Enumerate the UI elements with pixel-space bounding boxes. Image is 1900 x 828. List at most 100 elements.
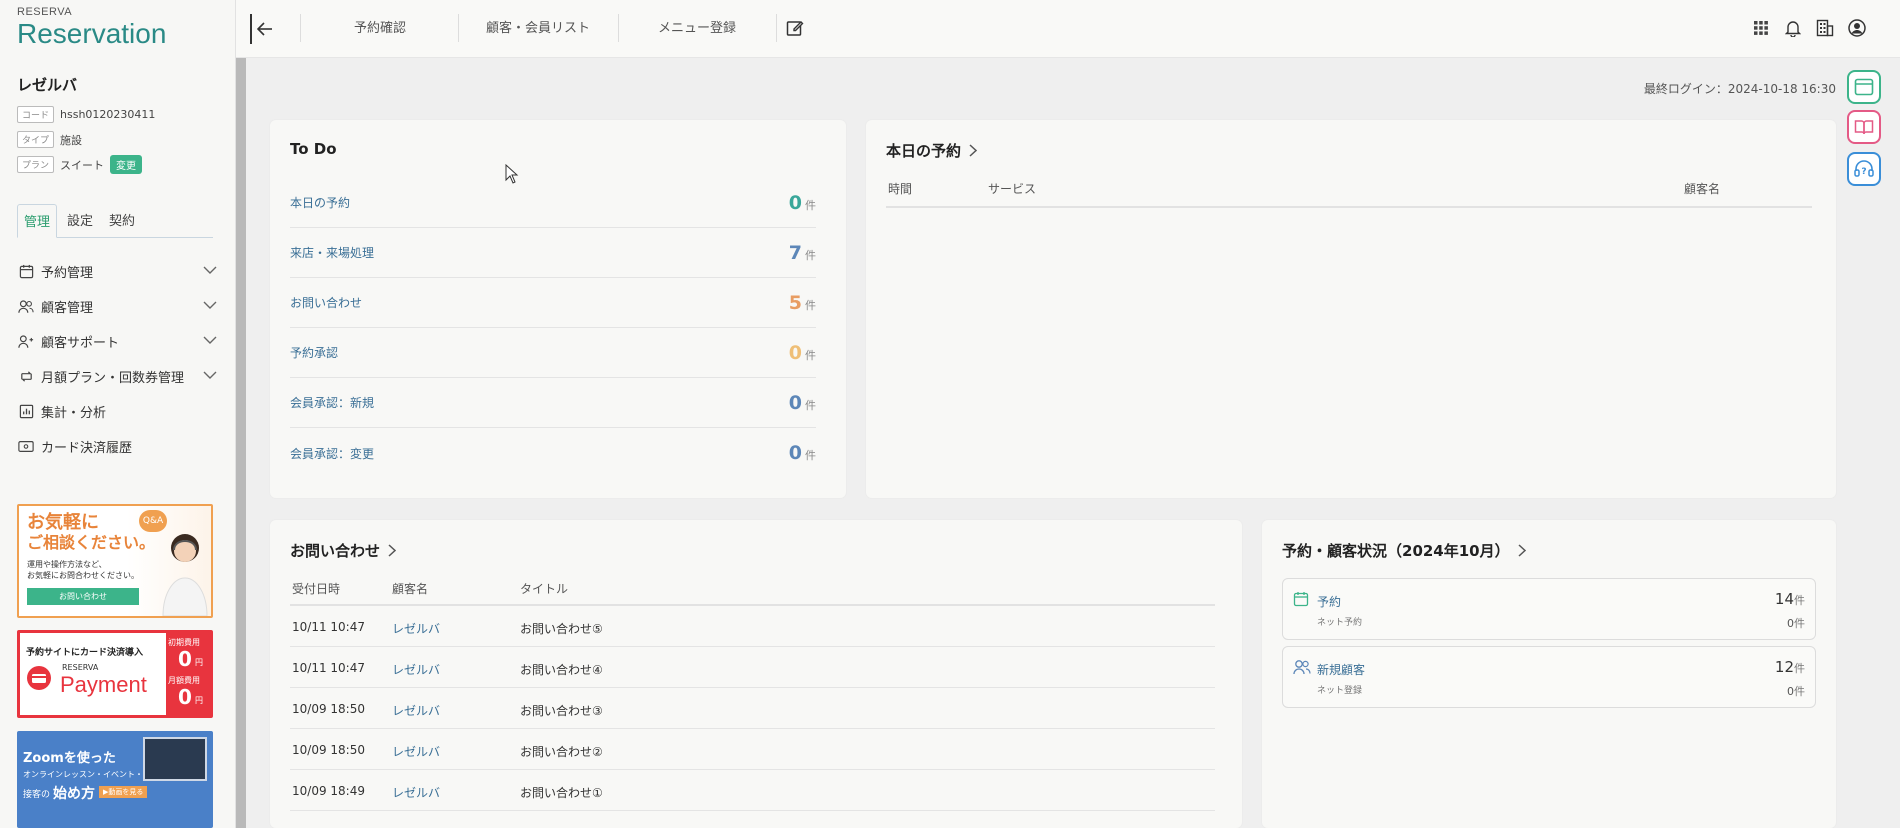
help-button[interactable]: ?	[1847, 152, 1881, 186]
chevron-right-icon	[969, 144, 978, 157]
table-row[interactable]: 10/09 18:50 レゼルバ お問い合わせ②	[290, 729, 1215, 770]
sidebar-item-customer-support[interactable]: 顧客サポート	[17, 324, 217, 359]
todo-row-visit-processing[interactable]: 来店・来場処理 7件	[290, 228, 816, 278]
todo-unit: 件	[805, 198, 816, 212]
zoom-banner[interactable]: Zoomを使った オンラインレッスン・イベント・ 接客の 始め方 ▶動画を見る	[17, 731, 213, 828]
account-icon[interactable]	[1846, 17, 1868, 39]
plan-change-button[interactable]: 変更	[110, 155, 143, 174]
calendar-icon	[17, 263, 35, 281]
col-customer-name: 顧客名	[1684, 182, 1721, 196]
building-icon[interactable]	[1814, 17, 1836, 39]
today-title: 本日の予約	[886, 142, 962, 160]
last-login: 最終ログイン：2024-10-18 16:30	[1643, 82, 1836, 96]
sidebar-scrollbar[interactable]	[236, 58, 246, 828]
todo-label: お問い合わせ	[290, 296, 363, 310]
tab-contract[interactable]: 契約	[103, 204, 141, 238]
status-value: 14	[1774, 590, 1794, 608]
sidebar-item-monthly-plans[interactable]: 月額プラン・回数券管理	[17, 359, 217, 394]
contact-banner-sub2: お気軽にお問合わせください。	[27, 571, 139, 580]
tab-manage[interactable]: 管理	[17, 204, 58, 238]
mouse-cursor-icon	[505, 163, 519, 188]
todo-row-today-reservations[interactable]: 本日の予約 0件	[290, 178, 816, 228]
status-item-reservations[interactable]: 予約 ネット予約 14件 0件	[1282, 578, 1816, 640]
tab-settings[interactable]: 設定	[61, 204, 99, 238]
payment-banner-top: 予約サイトにカード決済導入	[26, 648, 144, 658]
logo-small-text: RESERVA	[17, 6, 73, 18]
facility-name: レゼルバ	[17, 76, 78, 94]
chevron-down-icon	[203, 299, 217, 314]
contact-banner[interactable]: お気軽に ご相談ください。 運用や操作方法など、 お気軽にお問合わせください。 …	[17, 504, 213, 618]
zoom-banner-line1: Zoomを使った	[23, 751, 116, 766]
video-thumbnail	[143, 737, 207, 781]
calendar-icon	[1293, 591, 1309, 611]
table-row[interactable]: 10/09 18:50 レゼルバ お問い合わせ③	[290, 688, 1215, 729]
collapse-sidebar-button[interactable]	[250, 14, 278, 44]
status-sub-label: ネット登録	[1317, 686, 1363, 696]
table-row[interactable]: 10/11 10:47 レゼルバ お問い合わせ④	[290, 647, 1215, 688]
nav-reservation-check[interactable]: 予約確認	[354, 17, 406, 36]
row-customer[interactable]: レゼルバ	[392, 620, 440, 637]
today-reservations-card: 本日の予約 時間 サービス 顧客名	[866, 120, 1836, 498]
nav-menu-registration[interactable]: メニュー登録	[658, 17, 736, 36]
bell-icon[interactable]	[1782, 17, 1804, 39]
inquiries-title: お問い合わせ	[290, 542, 381, 560]
sidebar-item-analytics[interactable]: 集計・分析	[17, 394, 217, 429]
arrow-left-icon	[257, 22, 272, 36]
status-unit: 件	[1794, 685, 1805, 698]
zoom-banner-line3a: 接客の	[23, 790, 51, 800]
window-icon	[1854, 78, 1874, 96]
chevron-down-icon	[203, 334, 217, 349]
todo-row-reservation-approval[interactable]: 予約承認 0件	[290, 328, 816, 378]
manual-button[interactable]	[1847, 110, 1881, 144]
facility-code: hssh0120230411	[60, 108, 156, 121]
status-unit: 件	[1794, 617, 1805, 630]
contact-banner-button[interactable]: お問い合わせ	[27, 588, 139, 605]
row-customer[interactable]: レゼルバ	[392, 743, 440, 760]
row-customer[interactable]: レゼルバ	[392, 702, 440, 719]
todo-unit: 件	[805, 298, 816, 312]
today-reservations-link[interactable]: 本日の予約	[886, 140, 978, 161]
row-date: 10/09 18:50	[292, 702, 365, 716]
table-row[interactable]: 10/09 18:49 レゼルバ お問い合わせ①	[290, 770, 1215, 811]
window-button[interactable]	[1847, 70, 1881, 104]
row-date: 10/09 18:49	[292, 784, 365, 798]
grid-icon[interactable]	[1750, 17, 1772, 39]
todo-label: 会員承認：新規	[290, 396, 375, 410]
table-row[interactable]: 10/11 10:47 レゼルバ お問い合わせ⑤	[290, 606, 1215, 647]
todo-row-member-approval-change[interactable]: 会員承認：変更 0件	[290, 428, 816, 478]
code-tag: コード	[17, 106, 55, 123]
todo-count: 0	[788, 191, 802, 214]
payment-banner[interactable]: 予約サイトにカード決済導入 RESERVA Payment 初期費用 0 円 月…	[17, 630, 213, 718]
status-sub-value: 0	[1787, 685, 1794, 698]
nav-customer-list[interactable]: 顧客・会員リスト	[486, 17, 590, 36]
todo-row-inquiries[interactable]: お問い合わせ 5件	[290, 278, 816, 328]
facility-type-row: タイプ 施設	[17, 131, 82, 148]
top-header: 予約確認 顧客・会員リスト メニュー登録	[236, 0, 1900, 58]
svg-text:?: ?	[1861, 167, 1866, 177]
app-logo[interactable]: RESERVA Reservation	[17, 6, 166, 50]
row-date: 10/11 10:47	[292, 620, 365, 634]
sidebar-item-reservations[interactable]: 予約管理	[17, 254, 217, 289]
users-icon	[1293, 659, 1311, 679]
contact-banner-line2: ご相談ください。	[27, 533, 156, 552]
row-customer[interactable]: レゼルバ	[392, 661, 440, 678]
plan-tag: プラン	[17, 156, 55, 173]
fee1-yen: 円	[195, 658, 203, 667]
col-received-at: 受付日時	[292, 582, 341, 596]
todo-row-member-approval-new[interactable]: 会員承認：新規 0件	[290, 378, 816, 428]
sidebar-item-card-payments[interactable]: カード決済履歴	[17, 429, 217, 464]
inquiries-link[interactable]: お問い合わせ	[290, 540, 397, 561]
row-date: 10/11 10:47	[292, 661, 365, 675]
row-customer[interactable]: レゼルバ	[392, 784, 440, 801]
status-sub-label: ネット予約	[1317, 618, 1363, 628]
sidebar-item-customers[interactable]: 顧客管理	[17, 289, 217, 324]
edit-icon[interactable]	[784, 17, 806, 39]
fee1-value: 0	[178, 647, 192, 671]
zoom-banner-button[interactable]: ▶動画を見る	[99, 786, 148, 798]
row-title: お問い合わせ⑤	[520, 622, 603, 636]
todo-count: 5	[788, 291, 802, 314]
row-title: お問い合わせ②	[520, 745, 603, 759]
logo-big-text: Reservation	[17, 18, 167, 49]
status-item-new-customers[interactable]: 新規顧客 ネット登録 12件 0件	[1282, 646, 1816, 708]
status-link[interactable]: 予約・顧客状況（2024年10月）	[1282, 540, 1526, 561]
